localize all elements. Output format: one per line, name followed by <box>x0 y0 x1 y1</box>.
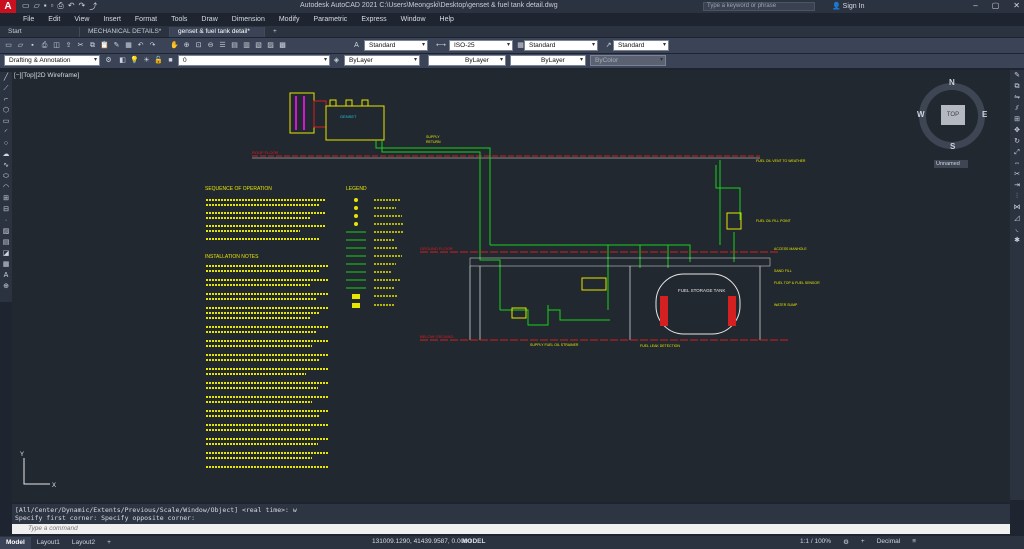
genset-block: GENSET <box>289 92 385 141</box>
ucs-x-label: X <box>52 483 56 489</box>
rotate-icon[interactable]: ↻ <box>1010 136 1024 147</box>
array-icon[interactable]: ⊞ <box>1010 114 1024 125</box>
extend-icon[interactable]: ⇥ <box>1010 180 1024 191</box>
tab-layout1[interactable]: Layout1 <box>31 537 66 549</box>
plus-icon[interactable]: + <box>861 538 865 546</box>
fuel-pipes <box>375 140 741 326</box>
viewcube-top-face[interactable]: TOP <box>941 105 965 125</box>
menu-icon[interactable]: ≡ <box>912 538 916 546</box>
compass-south[interactable]: S <box>950 142 955 151</box>
installation-notes <box>206 265 328 468</box>
erase-icon[interactable]: ✎ <box>1010 70 1024 81</box>
compass-west[interactable]: W <box>917 110 925 119</box>
move-icon[interactable]: ✥ <box>1010 125 1024 136</box>
svg-text:FUEL LEAK DETECTION: FUEL LEAK DETECTION <box>640 344 680 348</box>
legend-title: LEGEND <box>346 186 367 192</box>
status-tools: 1:1 / 100% ⚙ + Decimal ≡ <box>800 538 916 546</box>
sequence-title: SEQUENCE OF OPERATION <box>205 186 272 192</box>
tab-model[interactable]: Model <box>0 536 31 549</box>
fuel-storage-tank: FUEL STORAGE TANK <box>655 273 741 335</box>
command-history-line-2: Specify first corner: Specify opposite c… <box>15 514 196 522</box>
svg-text:RETURN: RETURN <box>426 140 441 144</box>
svg-text:SUPPLY FUEL OIL STRAINER: SUPPLY FUEL OIL STRAINER <box>530 343 579 347</box>
sequence-notes <box>206 199 326 240</box>
svg-text:ACCESS MANHOLE: ACCESS MANHOLE <box>774 247 807 251</box>
fillet-icon[interactable]: ◟ <box>1010 224 1024 235</box>
svg-text:SUPPLY: SUPPLY <box>426 135 440 139</box>
svg-text:FUEL TOP & FUEL SENSOR: FUEL TOP & FUEL SENSOR <box>774 281 820 285</box>
scale-icon[interactable]: ⤢ <box>1010 147 1024 158</box>
tank-label: FUEL STORAGE TANK <box>678 288 725 293</box>
modify-toolbar: ✎ ⧉ ⇋ ⫽ ⊞ ✥ ↻ ⤢ ⇔ ✂ ⇥ ⫶ ⋈ ◿ ◟ ✱ <box>1010 70 1024 500</box>
add-layout-button[interactable]: + <box>101 537 117 549</box>
offset-icon[interactable]: ⫽ <box>1010 103 1024 114</box>
chamfer-icon[interactable]: ◿ <box>1010 213 1024 224</box>
units-display[interactable]: Decimal <box>877 538 900 546</box>
ucs-menu[interactable]: Unnamed <box>934 160 968 168</box>
genset-label: GENSET <box>340 114 357 119</box>
legend-symbols <box>346 198 404 308</box>
svg-text:WATER SUMP: WATER SUMP <box>774 303 798 307</box>
svg-text:SAND FILL: SAND FILL <box>774 269 792 273</box>
cad-drawing: GENSET ROOF FLOOR GROUND FLOOR BELOW GRO… <box>20 92 820 489</box>
mirror-icon[interactable]: ⇋ <box>1010 92 1024 103</box>
annotation-scale[interactable]: 1:1 / 100% <box>800 538 831 546</box>
svg-text:BELOW GROUND: BELOW GROUND <box>420 334 453 339</box>
coordinate-readout[interactable]: 131009.1290, 41439.9587, 0.0000 <box>372 538 471 545</box>
command-history-line-1: [All/Center/Dynamic/Extents/Previous/Sca… <box>15 506 297 514</box>
ground-floor-label: GROUND FLOOR <box>420 246 453 251</box>
installation-title: INSTALLATION NOTES <box>205 254 259 260</box>
ucs-icon <box>23 458 50 485</box>
compass-east[interactable]: E <box>982 110 987 119</box>
join-icon[interactable]: ⋈ <box>1010 202 1024 213</box>
tab-layout2[interactable]: Layout2 <box>66 537 101 549</box>
svg-text:ROOF FLOOR: ROOF FLOOR <box>252 150 279 155</box>
stretch-icon[interactable]: ⇔ <box>1010 158 1024 169</box>
compass-north[interactable]: N <box>949 78 955 87</box>
svg-text:FUEL OIL FILL POINT: FUEL OIL FILL POINT <box>756 219 792 223</box>
trim-icon[interactable]: ✂ <box>1010 169 1024 180</box>
model-space-button[interactable]: MODEL <box>462 538 485 545</box>
explode-icon[interactable]: ✱ <box>1010 235 1024 246</box>
copy-object-icon[interactable]: ⧉ <box>1010 81 1024 92</box>
command-history: [All/Center/Dynamic/Extents/Previous/Sca… <box>12 504 1010 524</box>
gear-icon[interactable]: ⚙ <box>843 538 849 546</box>
break-icon[interactable]: ⫶ <box>1010 191 1024 202</box>
ucs-y-label: Y <box>20 452 24 458</box>
svg-text:FUEL OIL VENT TO WEATHER: FUEL OIL VENT TO WEATHER <box>756 159 806 163</box>
command-input[interactable]: Type a command <box>12 524 1010 534</box>
